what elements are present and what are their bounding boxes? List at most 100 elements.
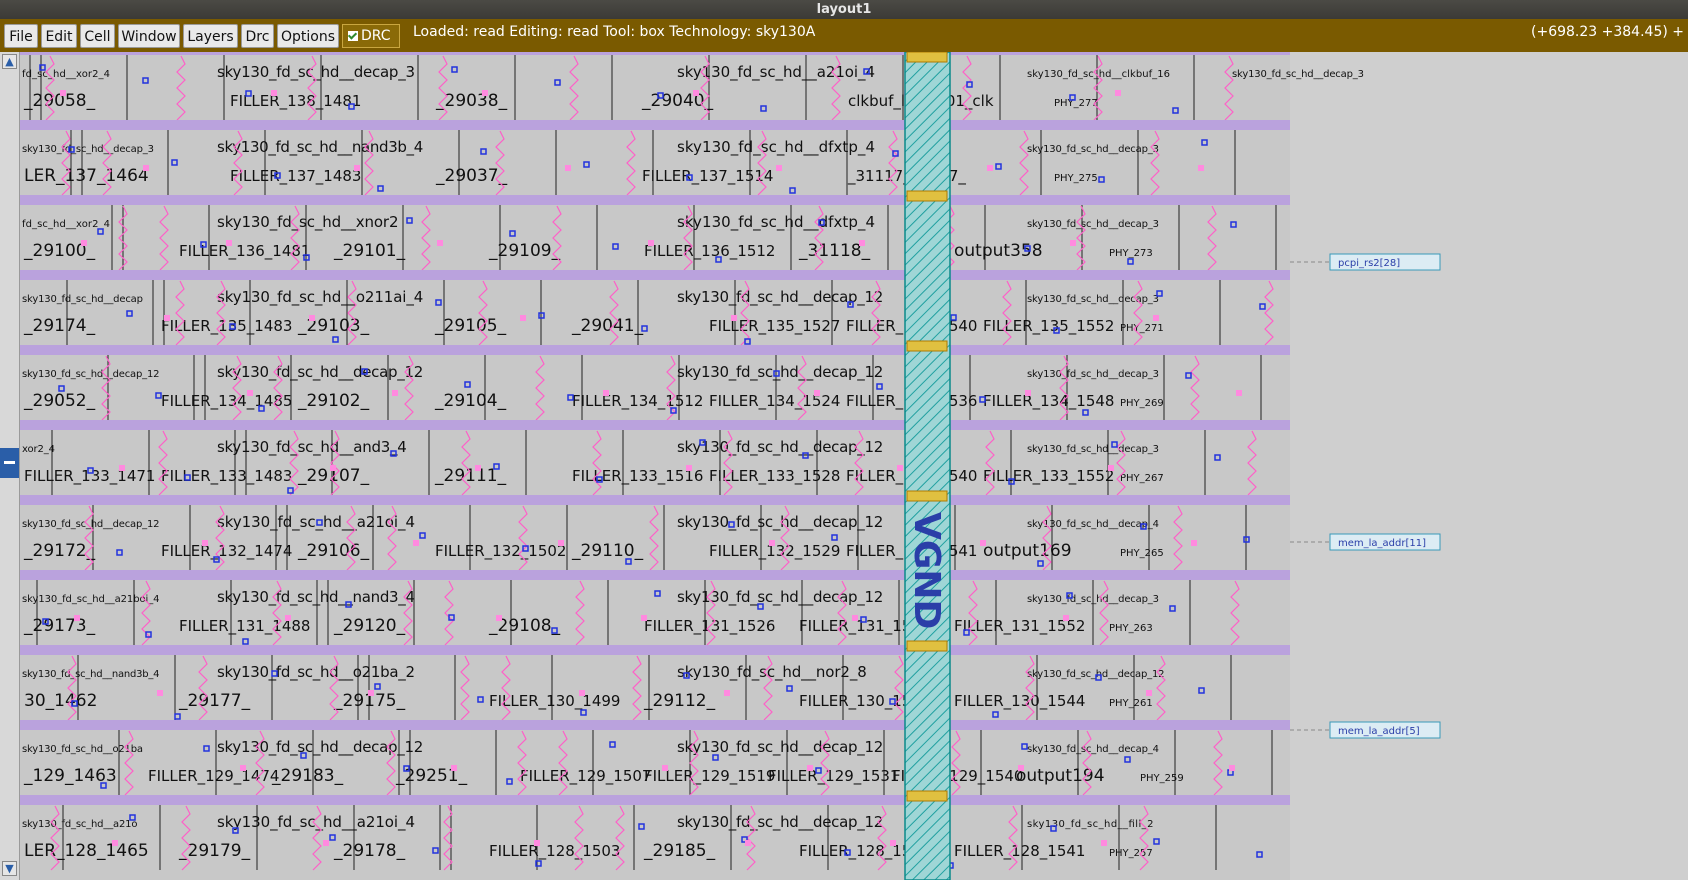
pin-pad — [852, 615, 858, 621]
menu-file[interactable]: File — [4, 24, 38, 48]
vertical-scrollbar[interactable]: ▲ ▼ — [0, 52, 20, 880]
pin-pad — [368, 690, 374, 696]
instance-label: FILLER_135_1527 — [709, 317, 840, 336]
cell-type-label: sky130_fd_sc_hd__decap_3 — [1027, 144, 1159, 155]
pin-pad — [309, 315, 315, 321]
instance-label: FILLER_128_1541 — [954, 842, 1085, 861]
pin-pad — [897, 465, 903, 471]
vgnd-strap — [904, 52, 951, 880]
pin-pad — [323, 840, 329, 846]
pin-pad — [202, 540, 208, 546]
drc-toggle-label: DRC — [361, 28, 391, 44]
instance-label: _29040_ — [641, 91, 714, 111]
cell-type-label: sky130_fd_sc_hd__o211ai_4 — [217, 288, 423, 307]
drc-toggle[interactable]: DRC — [342, 24, 400, 48]
pin-pad — [496, 615, 502, 621]
cell-type-label: sky130_fd_sc_hd__a21boi_4 — [22, 594, 160, 605]
cell-type-label: sky130_fd_sc_hd__decap_12 — [217, 363, 423, 382]
instance-label: _29052_ — [23, 391, 96, 411]
pin-pad — [240, 765, 246, 771]
pin-pad — [731, 315, 737, 321]
instance-label: PHY_263 — [1109, 623, 1153, 634]
cell-type-label: sky130_fd_sc_hd__decap_3 — [1027, 444, 1159, 455]
pin-pad — [354, 165, 360, 171]
cell-type-label: sky130_fd_sc_hd__dfxtp_4 — [677, 213, 875, 232]
pin-pad — [987, 165, 993, 171]
pin-pad — [1146, 690, 1152, 696]
power-rail — [20, 195, 1290, 205]
instance-label: FILLER_134_1524 — [709, 392, 840, 411]
via-stack — [906, 52, 948, 63]
instance-label: PHY_277 — [1054, 98, 1098, 109]
menu-options[interactable]: Options — [277, 24, 339, 48]
scroll-up-icon[interactable]: ▲ — [2, 54, 17, 69]
instance-label: _29037_ — [435, 166, 508, 186]
checkbox-icon — [348, 31, 358, 41]
pin-pad — [164, 315, 170, 321]
cell-type-label: sky130_fd_sc_hd__o21ba_2 — [217, 663, 415, 682]
via-stack — [906, 190, 948, 202]
menu-cell[interactable]: Cell — [80, 24, 115, 48]
instance-label: PHY_261 — [1109, 698, 1153, 709]
instance-label: FILLER_134_1548 — [983, 392, 1114, 411]
pin-pad — [890, 840, 896, 846]
menu-edit[interactable]: Edit — [41, 24, 77, 48]
pin-pad — [1070, 240, 1076, 246]
instance-label: FILLER_134_1512 — [572, 392, 703, 411]
via-stack — [906, 340, 948, 352]
pin-pad — [520, 315, 526, 321]
power-rail — [20, 495, 1290, 505]
instance-label: LER_137_1464 — [24, 166, 149, 186]
cell-type-label: sky130_fd_sc_hd__decap — [22, 294, 143, 305]
instance-label: _29038_ — [435, 91, 508, 111]
instance-label: FILLER_132_1502 — [435, 542, 566, 561]
cell-type-label: sky130_fd_sc_hd__decap_12 — [677, 813, 883, 832]
layout-canvas[interactable]: fd_sc_hd__xor2_4 sky130_fd_sc_hd__decap_3… — [20, 52, 1688, 880]
cell-type-label: sky130_fd_sc_hd__decap_3 — [1027, 294, 1159, 305]
cell-type-label: fd_sc_hd__xor2_4 — [22, 219, 110, 230]
cell-type-label: sky130_fd_sc_hd__nand3b_4 — [22, 669, 160, 680]
instance-label: FILLER_133_1552 — [983, 467, 1114, 486]
instance-label: _29058_ — [23, 91, 96, 111]
instance-label: _29102_ — [297, 391, 370, 411]
instance-label: _29120_ — [333, 616, 406, 636]
menu-layers[interactable]: Layers — [183, 24, 238, 48]
scroll-down-icon[interactable]: ▼ — [2, 861, 17, 876]
scrollbar-thumb[interactable] — [0, 448, 19, 478]
pin-pad — [74, 615, 80, 621]
pin-pad — [807, 765, 813, 771]
instance-label: _29106_ — [297, 541, 370, 561]
pin-pad — [1101, 840, 1107, 846]
menu-window[interactable]: Window — [118, 24, 180, 48]
cell-type-label: sky130_fd_sc_hd__a21oi_4 — [217, 813, 415, 832]
cell-type-label: sky130_fd_sc_hd__decap_4 — [1027, 519, 1159, 530]
pin-pad — [112, 840, 118, 846]
pin-pad — [603, 390, 609, 396]
vgnd-label: VGND — [906, 512, 947, 629]
pin-pad — [119, 465, 125, 471]
pin-pad — [579, 690, 585, 696]
cell-type-label: sky130_fd_sc_hd__decap_12 — [677, 363, 883, 382]
power-rail — [20, 645, 1290, 655]
instance-label: _29185_ — [643, 841, 716, 861]
cell-type-label: sky130_fd_sc_hd__decap_12 — [677, 738, 883, 757]
pin-pad — [1108, 465, 1114, 471]
layout-view[interactable]: fd_sc_hd__xor2_4 sky130_fd_sc_hd__decap_3… — [20, 52, 1688, 880]
pin-pad — [641, 615, 647, 621]
pin-pad — [1018, 765, 1024, 771]
cell-type-label: xor2_4 — [22, 444, 55, 455]
pin-pad — [776, 165, 782, 171]
pin-pad — [648, 240, 654, 246]
instance-label: output194 — [1016, 766, 1105, 786]
pin-pad — [271, 90, 277, 96]
cell-type-label: sky130_fd_sc_hd__a21oi_4 — [217, 513, 415, 532]
instance-label: PHY_267 — [1120, 473, 1164, 484]
pin-pad — [81, 240, 87, 246]
instance-label: _29178_ — [333, 841, 406, 861]
cell-type-label: sky130_fd_sc_hd__decap_3 — [1027, 594, 1159, 605]
cell-type-label: sky130_fd_sc_hd__a21o — [22, 819, 138, 830]
cell-type-label: sky130_fd_sc_hd__nand3b_4 — [217, 138, 423, 157]
power-rail — [20, 795, 1290, 805]
cell-type-label: sky130_fd_sc_hd__decap_12 — [677, 513, 883, 532]
menu-drc[interactable]: Drc — [241, 24, 274, 48]
